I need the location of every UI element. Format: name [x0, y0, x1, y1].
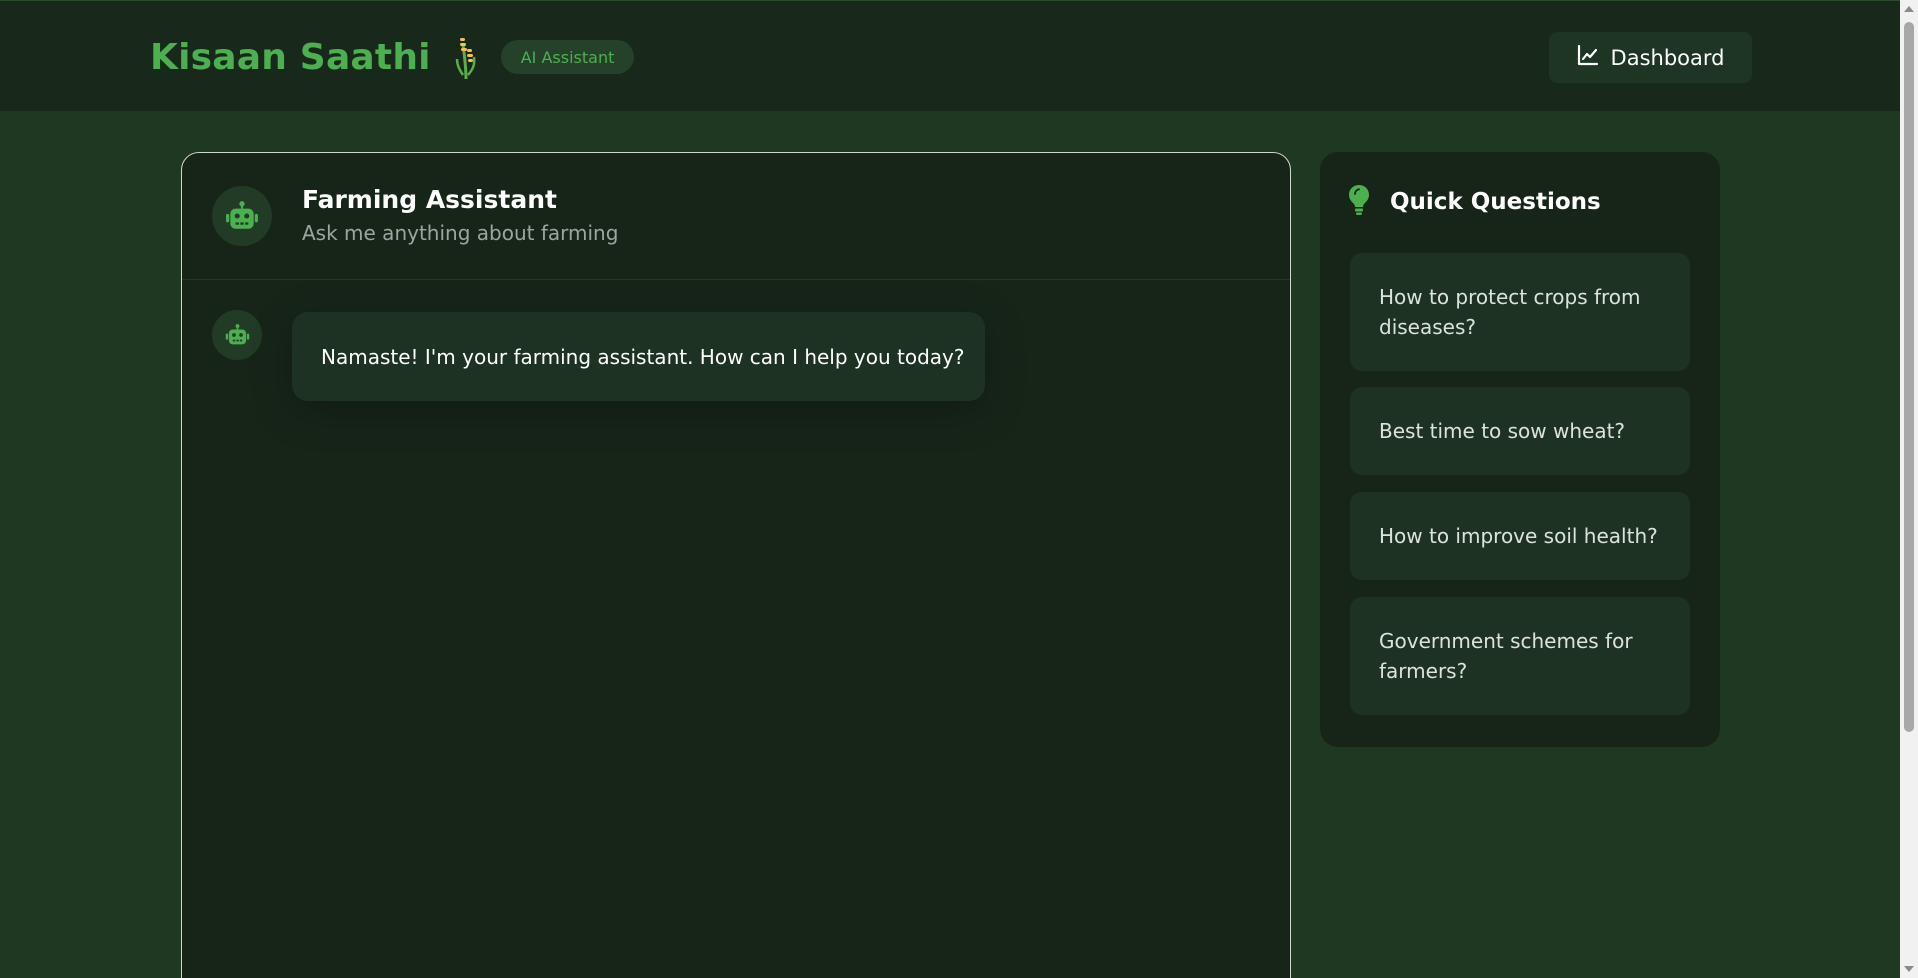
robot-icon: [212, 186, 272, 246]
page: Kisaan Saathi AI Assistant Dashboard Far…: [0, 0, 1918, 978]
chat-panel: Farming Assistant Ask me anything about …: [181, 152, 1291, 978]
lightbulb-icon: [1348, 184, 1370, 220]
top-header: Kisaan Saathi AI Assistant Dashboard: [0, 0, 1900, 111]
quick-question-item[interactable]: How to protect crops from diseases?: [1350, 253, 1690, 371]
message-bubble: Namaste! I'm your farming assistant. How…: [292, 312, 985, 401]
chat-subtitle: Ask me anything about farming: [302, 221, 619, 245]
brand-title: Kisaan Saathi: [150, 36, 431, 78]
scrollbar-thumb[interactable]: [1904, 22, 1914, 732]
scroll-up-arrow-icon[interactable]: [1904, 6, 1914, 12]
quick-question-item[interactable]: How to improve soil health?: [1350, 492, 1690, 580]
chat-title: Farming Assistant: [302, 185, 557, 214]
chat-header: Farming Assistant Ask me anything about …: [182, 153, 1290, 280]
quick-question-label: How to protect crops from diseases?: [1379, 285, 1641, 339]
dashboard-button[interactable]: Dashboard: [1549, 32, 1752, 83]
quick-question-item[interactable]: Best time to sow wheat?: [1350, 387, 1690, 475]
quick-question-label: How to improve soil health?: [1379, 524, 1658, 548]
robot-icon: [212, 310, 262, 360]
dashboard-label: Dashboard: [1610, 45, 1725, 70]
quick-questions-header: Quick Questions: [1348, 182, 1601, 222]
quick-question-item[interactable]: Government schemes for farmers?: [1350, 597, 1690, 715]
quick-question-label: Best time to sow wheat?: [1379, 419, 1626, 443]
quick-questions-panel: Quick Questions How to protect crops fro…: [1320, 152, 1720, 747]
chart-line-icon: [1577, 44, 1599, 71]
ai-assistant-badge: AI Assistant: [500, 40, 635, 74]
quick-questions-title: Quick Questions: [1390, 189, 1601, 215]
page-scrollbar[interactable]: [1900, 0, 1918, 978]
quick-question-label: Government schemes for farmers?: [1379, 629, 1633, 683]
brand[interactable]: Kisaan Saathi AI Assistant: [150, 32, 635, 82]
scroll-down-arrow-icon[interactable]: [1904, 966, 1914, 972]
wheat-icon: [451, 35, 481, 80]
